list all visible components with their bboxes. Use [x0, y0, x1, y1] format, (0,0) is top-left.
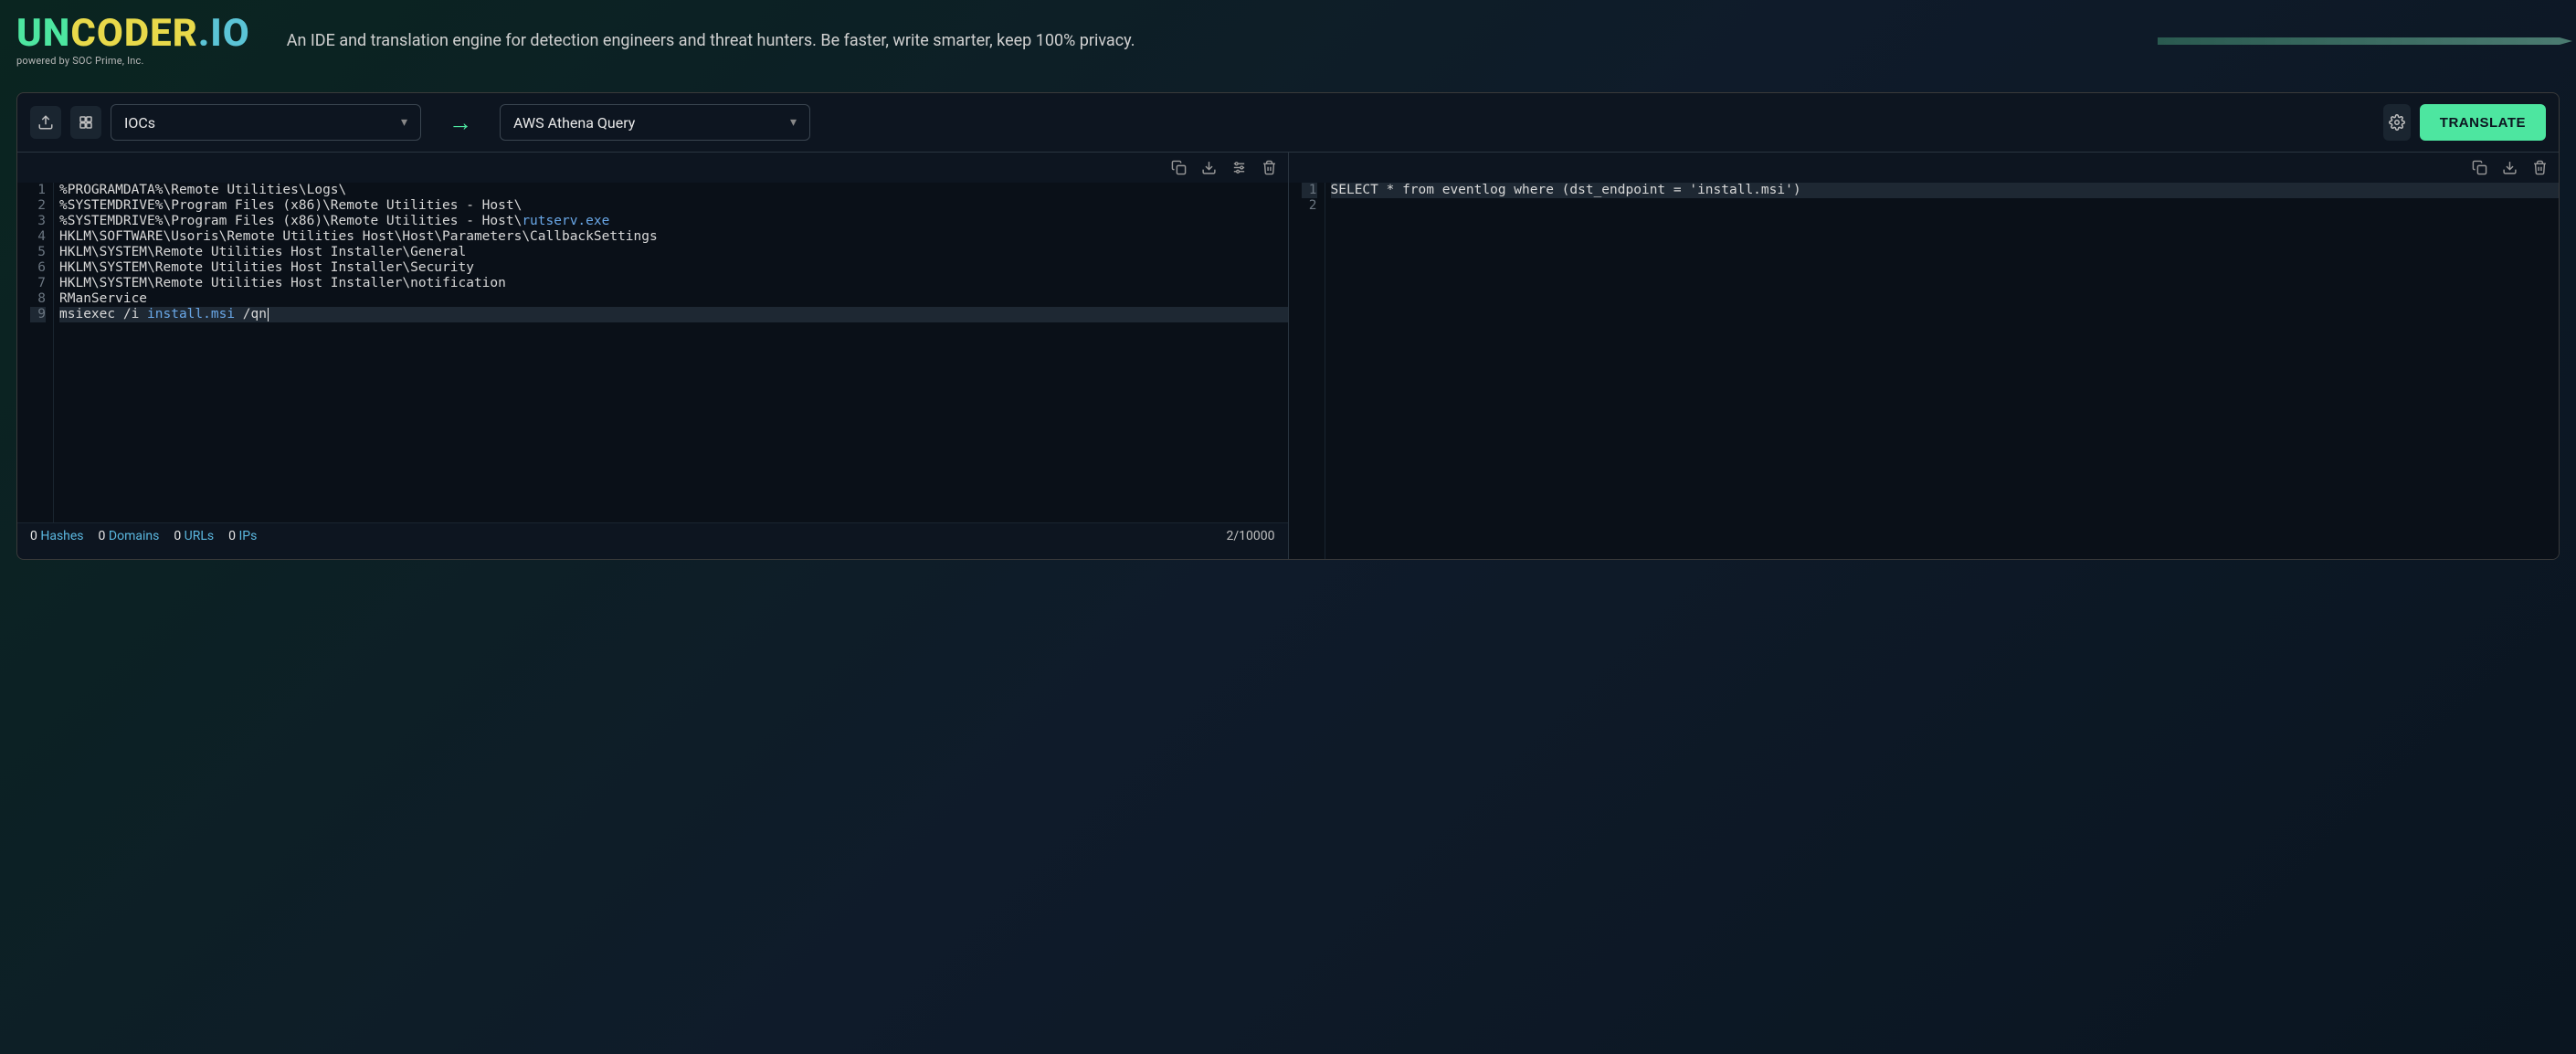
editor-panes: 123456789 %PROGRAMDATA%\Remote Utilities…	[17, 152, 2559, 559]
source-status-bar: 0 Hashes 0 Domains 0 URLs 0 IPs 2/10000	[17, 522, 1288, 551]
download-button[interactable]	[1201, 160, 1217, 175]
char-counter: 2/10000	[1227, 529, 1275, 543]
target-toolbar	[1289, 153, 2560, 183]
templates-button[interactable]	[70, 106, 101, 139]
logo-part-io: .IO	[198, 11, 250, 56]
target-code[interactable]: SELECT * from eventlog where (dst_endpoi…	[1325, 183, 2560, 559]
chevron-down-icon: ▾	[790, 115, 797, 130]
source-format-label: IOCs	[124, 114, 155, 132]
source-pane: 123456789 %PROGRAMDATA%\Remote Utilities…	[17, 153, 1289, 559]
translate-button[interactable]: TRANSLATE	[2420, 104, 2546, 141]
stat-domains: 0 Domains	[99, 529, 160, 543]
controls-bar: IOCs ▾ → AWS Athena Query ▾ TRANSLATE	[17, 93, 2559, 152]
chevron-down-icon: ▾	[401, 115, 407, 130]
logo[interactable]: UNCODER.IO	[16, 15, 250, 53]
stat-urls: 0 URLs	[174, 529, 214, 543]
trash-icon	[2532, 160, 2548, 175]
tagline: An IDE and translation engine for detect…	[287, 31, 2121, 50]
clear-button[interactable]	[1262, 160, 1277, 175]
clear-button[interactable]	[2532, 160, 2548, 175]
gear-icon	[2389, 114, 2405, 131]
source-editor[interactable]: 123456789 %PROGRAMDATA%\Remote Utilities…	[17, 183, 1288, 522]
ioc-stats: 0 Hashes 0 Domains 0 URLs 0 IPs	[30, 529, 257, 543]
download-icon	[1201, 160, 1217, 175]
copy-button[interactable]	[1171, 160, 1187, 175]
header-stripe	[2158, 37, 2560, 45]
source-format-dropdown[interactable]: IOCs ▾	[111, 104, 421, 141]
copy-button[interactable]	[2472, 160, 2487, 175]
trash-icon	[1262, 160, 1277, 175]
target-editor[interactable]: 12 SELECT * from eventlog where (dst_end…	[1289, 183, 2560, 559]
sliders-icon	[1231, 160, 1247, 175]
copy-icon	[1171, 160, 1187, 175]
logo-part-un: UN	[16, 11, 70, 56]
header: UNCODER.IO powered by SOC Prime, Inc. An…	[0, 0, 2576, 74]
target-gutter: 12	[1289, 183, 1325, 559]
filter-button[interactable]	[1231, 160, 1247, 175]
powered-by: powered by SOC Prime, Inc.	[16, 55, 250, 67]
logo-part-coder: CODER	[70, 11, 197, 56]
target-format-dropdown[interactable]: AWS Athena Query ▾	[500, 104, 810, 141]
source-gutter: 123456789	[17, 183, 54, 522]
main-container: IOCs ▾ → AWS Athena Query ▾ TRANSLATE	[16, 92, 2560, 560]
copy-icon	[2472, 160, 2487, 175]
logo-block: UNCODER.IO powered by SOC Prime, Inc.	[16, 15, 250, 67]
stat-ips: 0 IPs	[228, 529, 257, 543]
download-icon	[2502, 160, 2518, 175]
target-format-label: AWS Athena Query	[513, 114, 635, 132]
source-code[interactable]: %PROGRAMDATA%\Remote Utilities\Logs\%SYS…	[54, 183, 1288, 522]
templates-icon	[78, 114, 94, 131]
upload-button[interactable]	[30, 106, 61, 139]
stat-hashes: 0 Hashes	[30, 529, 84, 543]
upload-icon	[37, 114, 54, 131]
settings-button[interactable]	[2383, 104, 2411, 141]
download-button[interactable]	[2502, 160, 2518, 175]
target-pane: 12 SELECT * from eventlog where (dst_end…	[1289, 153, 2560, 559]
arrow-icon: →	[449, 109, 472, 137]
source-toolbar	[17, 153, 1288, 183]
